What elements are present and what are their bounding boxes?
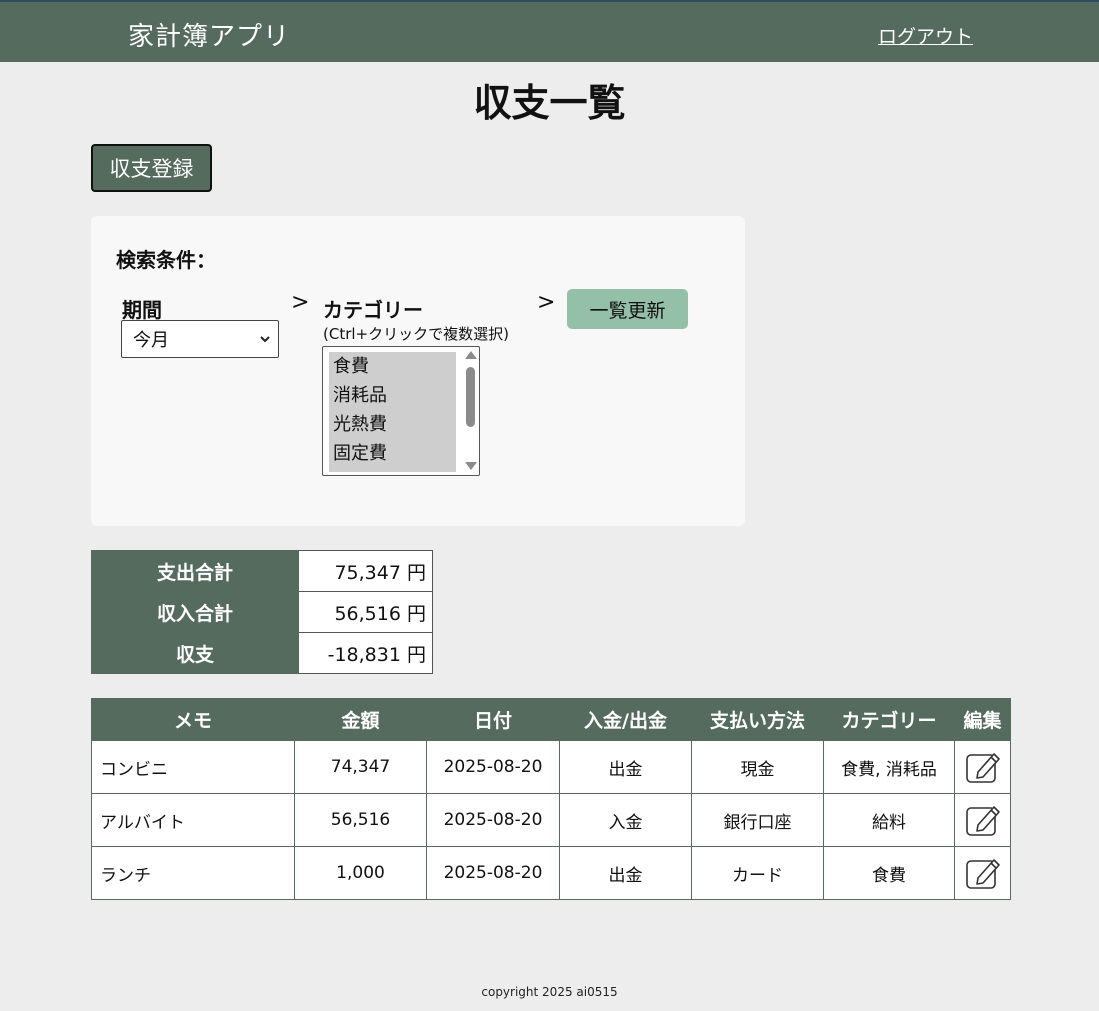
app-title: 家計簿アプリ (128, 22, 291, 52)
category-label: カテゴリー (323, 298, 423, 322)
date-cell: 2025-08-20 (426, 846, 560, 900)
logout-link[interactable]: ログアウト (878, 22, 973, 49)
memo-cell: アルバイト (91, 793, 295, 847)
column-header: 支払い方法 (691, 698, 824, 741)
column-header: 日付 (426, 698, 560, 741)
category-option[interactable]: 固定費 (329, 439, 456, 468)
table-row: アルバイト 56,516 2025-08-20 入金 銀行口座 給料 (91, 793, 1011, 847)
footer-copyright: copyright 2025 ai0515 (481, 985, 618, 999)
category-scrollbar[interactable] (463, 349, 477, 473)
scroll-thumb[interactable] (466, 367, 475, 427)
edit-cell (954, 846, 1011, 900)
search-heading: 検索条件： (116, 248, 216, 272)
table-row: コンビニ 74,347 2025-08-20 出金 現金 食費, 消耗品 (91, 740, 1011, 794)
memo-cell: コンビニ (91, 740, 295, 794)
records-table: メモ 金額 日付 入金/出金 支払い方法 カテゴリー 編集 コンビニ 74,34… (91, 698, 1011, 900)
column-header: 入金/出金 (559, 698, 692, 741)
category-cell: 食費, 消耗品 (823, 740, 955, 794)
period-select[interactable]: 今月 (121, 320, 279, 358)
category-options: 食費 消耗品 光熱費 固定費 (329, 352, 456, 472)
column-header: カテゴリー (823, 698, 955, 741)
table-row: ランチ 1,000 2025-08-20 出金 カード 食費 (91, 846, 1011, 900)
summary-row: 支出合計 75,347 円 (91, 550, 433, 592)
summary-value: 75,347 円 (298, 550, 433, 592)
period-label: 期間 (122, 298, 162, 322)
amount-cell: 56,516 (294, 793, 427, 847)
top-nav-bar: 家計簿アプリ ログアウト (0, 0, 1099, 62)
category-option[interactable]: 食費 (329, 352, 456, 381)
summary-value: 56,516 円 (298, 591, 433, 633)
arrow-separator: > (537, 290, 556, 315)
scroll-up-arrow-icon[interactable] (465, 351, 477, 359)
edit-icon[interactable] (964, 855, 1002, 891)
edit-cell (954, 793, 1011, 847)
edit-icon[interactable] (964, 749, 1002, 785)
date-cell: 2025-08-20 (426, 793, 560, 847)
arrow-separator: > (291, 290, 310, 315)
scroll-down-arrow-icon[interactable] (465, 462, 477, 470)
register-entry-button[interactable]: 収支登録 (91, 144, 212, 192)
edit-cell (954, 740, 1011, 794)
type-cell: 出金 (559, 740, 692, 794)
category-option[interactable]: 消耗品 (329, 381, 456, 410)
page-title: 収支一覧 (473, 81, 626, 125)
category-option[interactable]: 光熱費 (329, 410, 456, 439)
summary-row: 収入合計 56,516 円 (91, 591, 433, 633)
table-header-row: メモ 金額 日付 入金/出金 支払い方法 カテゴリー 編集 (91, 698, 1011, 741)
type-cell: 出金 (559, 846, 692, 900)
amount-cell: 74,347 (294, 740, 427, 794)
summary-label: 支出合計 (91, 550, 299, 592)
category-multiselect[interactable]: 食費 消耗品 光熱費 固定費 (322, 346, 480, 476)
summary-row: 収支 -18,831 円 (91, 632, 433, 674)
column-header: 金額 (294, 698, 427, 741)
memo-cell: ランチ (91, 846, 295, 900)
category-hint: (Ctrl+クリックで複数選択) (323, 325, 509, 343)
method-cell: 現金 (691, 740, 824, 794)
search-panel: 検索条件： 期間 今月 > カテゴリー (Ctrl+クリックで複数選択) 食費 … (91, 216, 745, 526)
method-cell: 銀行口座 (691, 793, 824, 847)
refresh-list-button[interactable]: 一覧更新 (567, 289, 688, 329)
amount-cell: 1,000 (294, 846, 427, 900)
chevron-down-icon (260, 336, 270, 343)
method-cell: カード (691, 846, 824, 900)
summary-table: 支出合計 75,347 円 収入合計 56,516 円 収支 -18,831 円 (91, 550, 433, 674)
summary-label: 収入合計 (91, 591, 299, 633)
column-header: メモ (91, 698, 295, 741)
summary-label: 収支 (91, 632, 299, 674)
column-header: 編集 (954, 698, 1011, 741)
type-cell: 入金 (559, 793, 692, 847)
period-selected-value: 今月 (133, 330, 169, 351)
category-cell: 給料 (823, 793, 955, 847)
date-cell: 2025-08-20 (426, 740, 560, 794)
summary-value: -18,831 円 (298, 632, 433, 674)
category-cell: 食費 (823, 846, 955, 900)
edit-icon[interactable] (964, 802, 1002, 838)
